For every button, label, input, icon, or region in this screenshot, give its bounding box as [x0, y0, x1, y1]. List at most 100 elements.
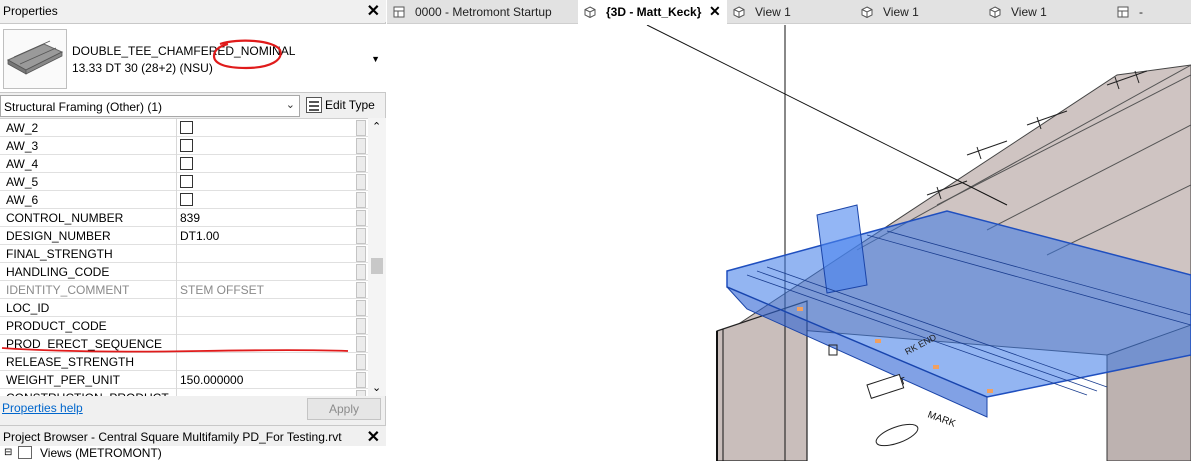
left-panel: Properties ✕ DOUBLE_TEE_CHAMFERED_NOMINA… [0, 0, 386, 461]
filter-row: Structural Framing (Other) (1) ⌄ Edit Ty… [0, 95, 386, 117]
property-row[interactable]: AW_6 [0, 191, 368, 209]
property-name: AW_4 [0, 155, 177, 173]
close-icon[interactable]: ✕ [367, 427, 380, 447]
scroll-up-icon[interactable]: ⌃ [372, 120, 381, 133]
associate-parameter-button[interactable] [356, 192, 366, 208]
associate-parameter-button[interactable] [356, 210, 366, 226]
associate-parameter-button[interactable] [356, 138, 366, 154]
property-checkbox[interactable] [180, 175, 193, 188]
property-row[interactable]: IDENTITY_COMMENT STEM OFFSET [0, 281, 368, 299]
property-value[interactable] [178, 317, 354, 335]
3d-view-icon [861, 6, 873, 18]
associate-parameter-button[interactable] [356, 120, 366, 136]
property-row[interactable]: AW_3 [0, 137, 368, 155]
3d-view-icon [733, 6, 745, 18]
property-row[interactable]: CONTROL_NUMBER 839 [0, 209, 368, 227]
property-row[interactable]: CONSTRUCTION_PRODUCT_U [0, 389, 368, 396]
floor-plan-icon [393, 6, 405, 18]
filter-value: Structural Framing (Other) (1) [4, 100, 163, 114]
view-tab[interactable]: View 1 [855, 0, 983, 24]
property-name: AW_5 [0, 173, 177, 191]
property-name: LOC_ID [0, 299, 177, 317]
edit-type-button[interactable]: Edit Type [306, 97, 375, 113]
3d-view-icon [584, 6, 596, 18]
type-selector[interactable]: DOUBLE_TEE_CHAMFERED_NOMINAL 13.33 DT 30… [0, 23, 386, 93]
close-icon[interactable]: ✕ [367, 1, 380, 21]
apply-button[interactable]: Apply [307, 398, 381, 420]
property-value[interactable] [178, 155, 354, 173]
view-tabs: 0000 - Metromont Startup {3D - Matt_Keck}… [387, 0, 1191, 24]
property-row[interactable]: PRODUCT_CODE [0, 317, 368, 335]
chevron-down-icon[interactable]: ▼ [371, 54, 380, 64]
views-icon [18, 446, 32, 459]
close-icon[interactable]: ✕ [709, 3, 721, 20]
scrollbar-thumb[interactable] [371, 258, 383, 274]
associate-parameter-button[interactable] [356, 372, 366, 388]
scroll-down-icon[interactable]: ⌄ [372, 381, 381, 394]
property-name: PRODUCT_CODE [0, 317, 177, 335]
property-row[interactable]: AW_4 [0, 155, 368, 173]
property-value[interactable] [178, 173, 354, 191]
view-tab[interactable]: 0000 - Metromont Startup [387, 0, 578, 24]
property-checkbox[interactable] [180, 139, 193, 152]
property-checkbox[interactable] [180, 193, 193, 206]
view-tab[interactable]: - [1111, 0, 1191, 24]
property-row[interactable]: DESIGN_NUMBER DT1.00 [0, 227, 368, 245]
property-name: CONSTRUCTION_PRODUCT_U [0, 389, 177, 396]
associate-parameter-button[interactable] [356, 354, 366, 370]
associate-parameter-button[interactable] [356, 282, 366, 298]
property-value[interactable]: 839 [178, 209, 354, 227]
floor-plan-icon [1117, 6, 1129, 18]
collapse-icon[interactable]: ⊟ [4, 447, 12, 458]
associate-parameter-button[interactable] [356, 300, 366, 316]
associate-parameter-button[interactable] [356, 246, 366, 262]
3d-viewport[interactable]: RIGHT MARK RK END [387, 25, 1191, 461]
property-value[interactable] [178, 263, 354, 281]
red-annotation-underline [1, 347, 349, 353]
property-value[interactable] [178, 119, 354, 137]
property-row[interactable]: HANDLING_CODE [0, 263, 368, 281]
associate-parameter-button[interactable] [356, 390, 366, 396]
model-view: RIGHT MARK RK END [646, 25, 1191, 461]
view-tab[interactable]: {3D - Matt_Keck} ✕ [578, 0, 727, 24]
associate-parameter-button[interactable] [356, 264, 366, 280]
type-thumbnail [3, 29, 67, 89]
view-tab[interactable]: View 1 [983, 0, 1111, 24]
associate-parameter-button[interactable] [356, 228, 366, 244]
associate-parameter-button[interactable] [356, 156, 366, 172]
property-value[interactable] [178, 191, 354, 209]
property-row[interactable]: WEIGHT_PER_UNIT 150.000000 [0, 371, 368, 389]
property-row[interactable]: AW_2 [0, 119, 368, 137]
property-value[interactable]: 150.000000 [178, 371, 354, 389]
chevron-down-icon: ⌄ [285, 99, 295, 111]
property-row[interactable]: AW_5 [0, 173, 368, 191]
properties-help-link[interactable]: Properties help [2, 401, 83, 415]
property-name: IDENTITY_COMMENT [0, 281, 177, 299]
property-name: CONTROL_NUMBER [0, 209, 177, 227]
project-browser-title: Project Browser - Central Square Multifa… [3, 430, 342, 444]
view-tab[interactable]: View 1 [727, 0, 855, 24]
property-value[interactable] [178, 245, 354, 263]
property-name: AW_2 [0, 119, 177, 137]
property-value[interactable] [178, 137, 354, 155]
property-row[interactable]: FINAL_STRENGTH [0, 245, 368, 263]
property-checkbox[interactable] [180, 157, 193, 170]
property-name: HANDLING_CODE [0, 263, 177, 281]
associate-parameter-button[interactable] [356, 174, 366, 190]
property-value[interactable] [178, 389, 354, 396]
associate-parameter-button[interactable] [356, 318, 366, 334]
properties-scrollbar[interactable]: ⌃ ⌄ [368, 118, 386, 396]
red-annotation-circle [212, 39, 282, 70]
tree-item-views[interactable]: Views (METROMONT) [40, 446, 162, 460]
property-name: WEIGHT_PER_UNIT [0, 371, 177, 389]
property-row[interactable]: LOC_ID [0, 299, 368, 317]
property-value[interactable]: DT1.00 [178, 227, 354, 245]
project-browser-title-bar: Project Browser - Central Square Multifa… [0, 425, 386, 447]
view-tab-label: View 1 [883, 5, 919, 19]
property-value[interactable]: STEM OFFSET [178, 281, 354, 299]
property-name: AW_3 [0, 137, 177, 155]
property-checkbox[interactable] [180, 121, 193, 134]
element-filter-dropdown[interactable]: Structural Framing (Other) (1) ⌄ [0, 95, 300, 117]
viewport-label-mark: MARK [926, 409, 957, 429]
property-value[interactable] [178, 299, 354, 317]
